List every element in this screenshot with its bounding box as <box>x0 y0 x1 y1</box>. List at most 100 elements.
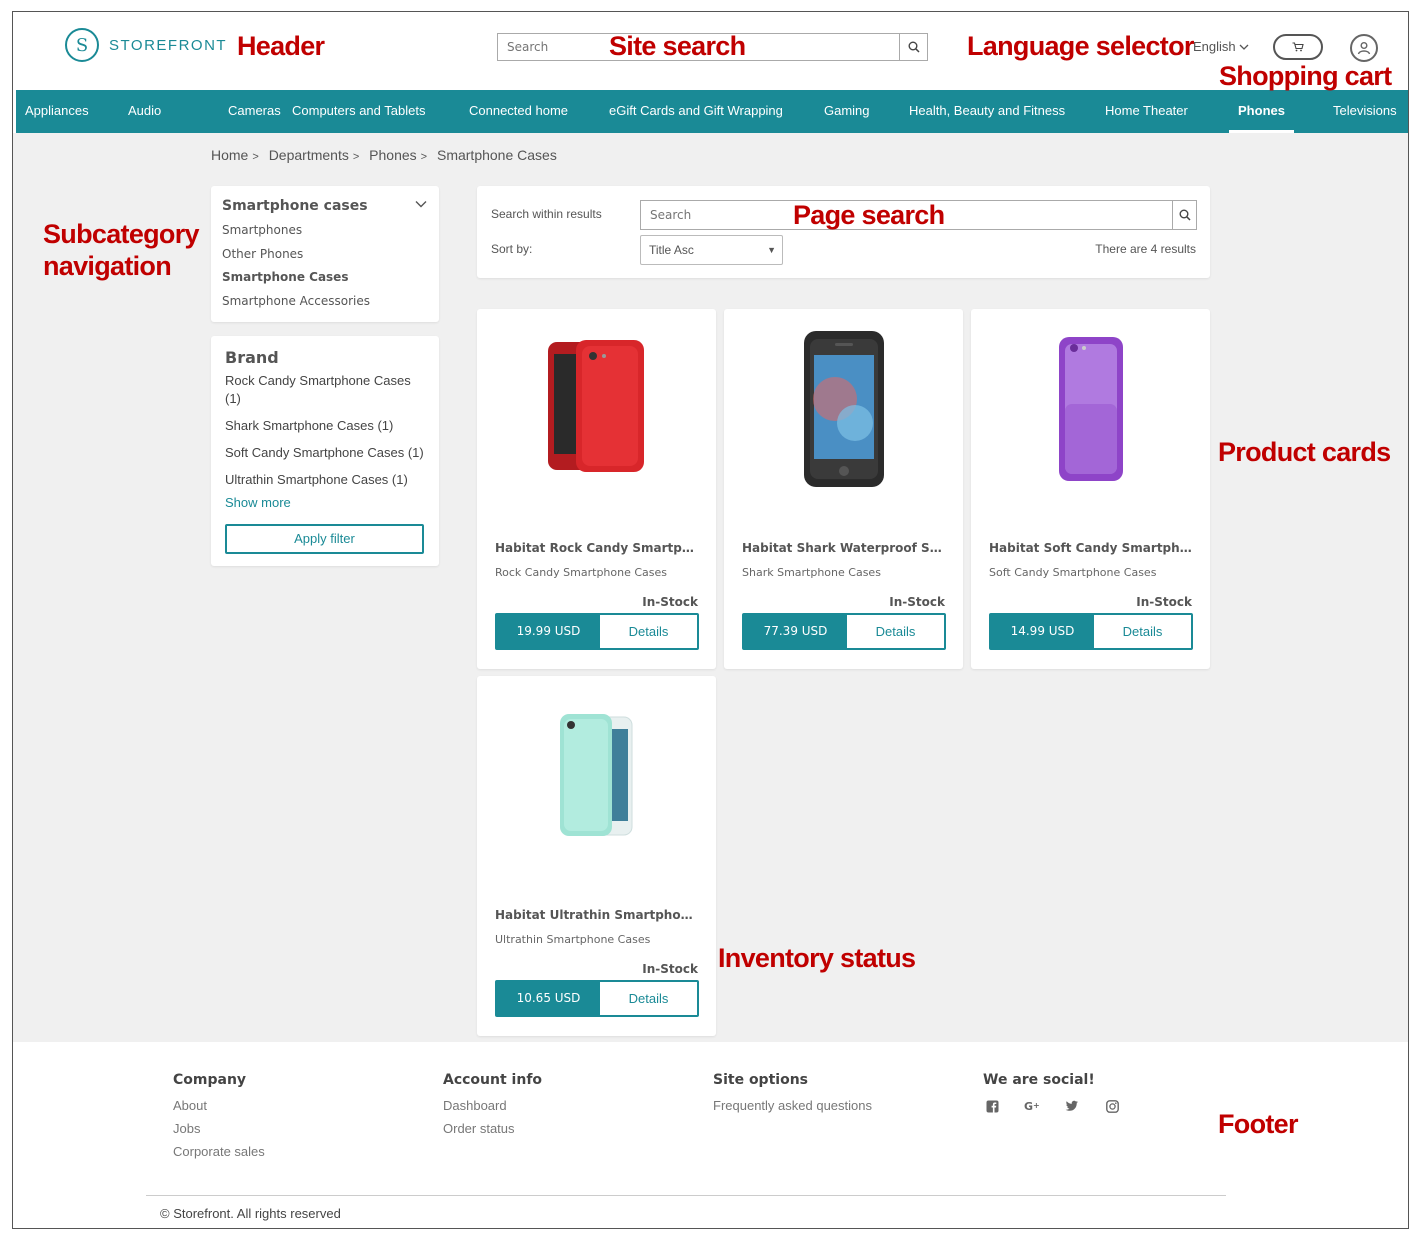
details-button[interactable]: Details <box>1094 615 1191 648</box>
details-button[interactable]: Details <box>600 615 697 648</box>
footer-social-column: We are social! G + <box>983 1072 1121 1114</box>
inventory-status: In-Stock <box>889 595 945 609</box>
brand-filter-title: Brand <box>225 348 279 367</box>
subcategory-item-smartphone-cases[interactable]: Smartphone Cases <box>222 270 348 284</box>
footer-divider <box>146 1195 1226 1196</box>
sort-select[interactable]: Title Asc ▼ <box>640 235 783 265</box>
product-name[interactable]: Habitat Ultrathin Smartphone... <box>495 908 700 922</box>
google-plus-icon[interactable]: G + <box>1023 1098 1041 1114</box>
footer-link-order-status[interactable]: Order status <box>443 1121 542 1136</box>
shopping-cart-button[interactable] <box>1273 34 1323 60</box>
product-image[interactable] <box>477 329 716 489</box>
product-card[interactable]: Habitat Soft Candy Smartphon... Soft Can… <box>971 309 1210 669</box>
nav-item-health-beauty-fitness[interactable]: Health, Beauty and Fitness <box>909 90 1065 133</box>
nav-item-cameras[interactable]: Cameras <box>228 90 281 133</box>
footer-link-about[interactable]: About <box>173 1098 265 1113</box>
product-name[interactable]: Habitat Rock Candy Smartpho... <box>495 541 700 555</box>
nav-item-connected-home[interactable]: Connected home <box>469 90 568 133</box>
brand-option-soft-candy[interactable]: Soft Candy Smartphone Cases (1) <box>225 444 425 462</box>
product-image[interactable] <box>971 329 1210 489</box>
subcategory-item-other-phones[interactable]: Other Phones <box>222 247 303 261</box>
search-icon <box>1179 209 1191 221</box>
twitter-icon[interactable] <box>1063 1098 1081 1114</box>
nav-item-audio[interactable]: Audio <box>128 90 161 133</box>
annotation-shopping-cart: Shopping cart <box>1219 61 1392 91</box>
breadcrumb-departments[interactable]: Departments <box>269 147 349 163</box>
details-button[interactable]: Details <box>847 615 944 648</box>
annotation-header: Header <box>237 31 325 61</box>
price-button[interactable]: 10.65 USD <box>497 982 600 1015</box>
product-actions: 10.65 USD Details <box>495 980 699 1017</box>
footer-heading: Account info <box>443 1072 543 1088</box>
annotation-inventory-status: Inventory status <box>718 943 916 973</box>
page-search-button[interactable] <box>1172 201 1196 229</box>
sort-label: Sort by: <box>491 242 533 256</box>
svg-text:G: G <box>1024 1100 1033 1112</box>
footer: Company About Jobs Corporate sales Accou… <box>13 1042 1408 1228</box>
subcategory-item-smartphones[interactable]: Smartphones <box>222 223 302 237</box>
breadcrumb-phones[interactable]: Phones <box>369 147 416 163</box>
footer-link-jobs[interactable]: Jobs <box>173 1121 265 1136</box>
brand-option-rock-candy[interactable]: Rock Candy Smartphone Cases (1) <box>225 372 425 408</box>
show-more-link[interactable]: Show more <box>225 495 291 510</box>
nav-item-egift-cards[interactable]: eGift Cards and Gift Wrapping <box>609 90 783 133</box>
apply-filter-button[interactable]: Apply filter <box>225 524 424 554</box>
footer-site-column: Site options Frequently asked questions <box>713 1072 872 1121</box>
price-button[interactable]: 19.99 USD <box>497 615 600 648</box>
subcategory-title[interactable]: Smartphone cases <box>222 198 368 214</box>
footer-account-column: Account info Dashboard Order status <box>443 1072 542 1144</box>
nav-item-phones[interactable]: Phones <box>1229 90 1294 133</box>
phone-case-image <box>547 340 644 472</box>
product-image[interactable] <box>724 329 963 489</box>
account-button[interactable] <box>1350 34 1378 62</box>
product-image[interactable] <box>477 696 716 856</box>
brand-option-ultrathin[interactable]: Ultrathin Smartphone Cases (1) <box>225 471 425 489</box>
logo-text: STOREFRONT <box>109 36 228 54</box>
site-search-button[interactable] <box>899 34 927 60</box>
brand-option-shark[interactable]: Shark Smartphone Cases (1) <box>225 417 425 435</box>
brand-filter-panel: Brand Rock Candy Smartphone Cases (1) Sh… <box>211 336 439 566</box>
product-card[interactable]: Habitat Rock Candy Smartpho... Rock Cand… <box>477 309 716 669</box>
inventory-status: In-Stock <box>642 595 698 609</box>
page-frame: S STOREFRONT English Appliances Audio Ca… <box>12 11 1409 1229</box>
breadcrumb-separator: > <box>252 151 259 163</box>
chevron-down-icon[interactable] <box>415 200 427 208</box>
details-button[interactable]: Details <box>600 982 697 1015</box>
footer-link-dashboard[interactable]: Dashboard <box>443 1098 542 1113</box>
product-name[interactable]: Habitat Shark Waterproof Sm... <box>742 541 947 555</box>
product-name[interactable]: Habitat Soft Candy Smartphon... <box>989 541 1194 555</box>
annotation-language-selector: Language selector <box>967 31 1194 61</box>
product-category: Rock Candy Smartphone Cases <box>495 566 668 579</box>
svg-text:+: + <box>1033 1101 1040 1110</box>
price-button[interactable]: 77.39 USD <box>744 615 847 648</box>
footer-link-faq[interactable]: Frequently asked questions <box>713 1098 872 1113</box>
inventory-status: In-Stock <box>1136 595 1192 609</box>
sort-value: Title Asc <box>649 243 694 257</box>
price-button[interactable]: 14.99 USD <box>991 615 1094 648</box>
storefront-logo[interactable]: S STOREFRONT <box>65 28 227 62</box>
annotation-product-cards: Product cards <box>1218 437 1391 467</box>
category-navigation: Appliances Audio Cameras Computers and T… <box>16 90 1408 133</box>
nav-item-computers-and-tablets[interactable]: Computers and Tablets <box>292 90 425 133</box>
language-selector[interactable]: English <box>1193 39 1249 54</box>
footer-link-corporate-sales[interactable]: Corporate sales <box>173 1144 265 1159</box>
nav-item-appliances[interactable]: Appliances <box>25 90 89 133</box>
product-card[interactable]: Habitat Ultrathin Smartphone... Ultrathi… <box>477 676 716 1036</box>
nav-item-home-theater[interactable]: Home Theater <box>1105 90 1188 133</box>
subcategory-item-smartphone-accessories[interactable]: Smartphone Accessories <box>222 294 370 308</box>
nav-item-gaming[interactable]: Gaming <box>824 90 870 133</box>
annotation-subcategory-line2: navigation <box>43 251 172 281</box>
cart-icon <box>1292 42 1304 52</box>
footer-company-column: Company About Jobs Corporate sales <box>173 1072 265 1167</box>
footer-heading: Company <box>173 1072 247 1088</box>
annotation-subcategory-line1: Subcategory <box>43 219 200 249</box>
product-card[interactable]: Habitat Shark Waterproof Sm... Shark Sma… <box>724 309 963 669</box>
product-actions: 19.99 USD Details <box>495 613 699 650</box>
main-content: Home > Departments > Phones > Smartphone Ca… <box>13 133 1408 1042</box>
facebook-icon[interactable] <box>983 1098 1001 1114</box>
product-category: Shark Smartphone Cases <box>742 566 881 579</box>
language-label: English <box>1193 39 1236 54</box>
nav-item-televisions[interactable]: Televisions <box>1333 90 1397 133</box>
instagram-icon[interactable] <box>1103 1098 1121 1114</box>
breadcrumb-home[interactable]: Home <box>211 147 248 163</box>
